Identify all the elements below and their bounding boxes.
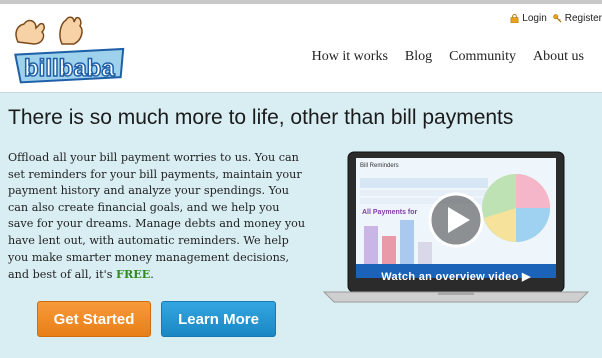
login-link[interactable]: Login bbox=[510, 13, 547, 24]
nav-community[interactable]: Community bbox=[449, 49, 516, 65]
free-highlight: FREE bbox=[116, 267, 151, 282]
video-screen-title: Bill Reminders bbox=[360, 163, 399, 169]
site-header: billbaba Login Register How it works Blo… bbox=[0, 4, 602, 93]
nav-about-us[interactable]: About us bbox=[533, 49, 584, 65]
login-label: Login bbox=[522, 13, 547, 24]
lock-icon bbox=[510, 14, 519, 23]
hand-icon bbox=[15, 19, 45, 45]
register-link[interactable]: Register bbox=[553, 13, 602, 24]
intro-paragraph: Offload all your bill payment worries to… bbox=[8, 150, 306, 284]
key-icon bbox=[553, 14, 562, 23]
page-title: There is so much more to life, other tha… bbox=[8, 106, 514, 129]
intro-end: . bbox=[150, 268, 154, 282]
hand-icon bbox=[59, 16, 83, 45]
video-caption[interactable]: Watch an overview video ▶ bbox=[356, 270, 556, 283]
main-nav: How it works Blog Community About us bbox=[312, 49, 584, 65]
play-arrow-icon: ▶ bbox=[521, 271, 531, 283]
learn-more-button[interactable]: Learn More bbox=[161, 301, 276, 337]
nav-how-it-works[interactable]: How it works bbox=[312, 49, 388, 65]
get-started-button[interactable]: Get Started bbox=[37, 301, 151, 337]
intro-text: Offload all your bill payment worries to… bbox=[8, 151, 306, 282]
logo-wordmark: billbaba bbox=[24, 55, 115, 82]
video-caption-text: Watch an overview video bbox=[381, 271, 519, 283]
nav-blog[interactable]: Blog bbox=[405, 49, 432, 65]
video-screen-subtitle: All Payments for bbox=[362, 209, 418, 216]
billbaba-logo[interactable]: billbaba bbox=[6, 14, 130, 86]
play-icon[interactable] bbox=[428, 192, 484, 248]
auth-links: Login Register bbox=[510, 13, 602, 24]
register-label: Register bbox=[564, 13, 602, 24]
laptop-illustration bbox=[322, 151, 590, 303]
overview-video[interactable]: Bill Reminders All Payments for Watch an… bbox=[320, 150, 592, 308]
